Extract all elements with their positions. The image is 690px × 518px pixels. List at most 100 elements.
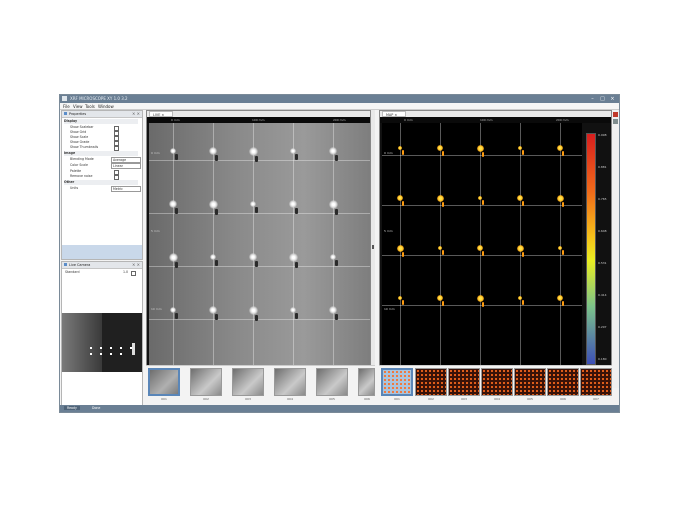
menu-tools[interactable]: Tools [85, 104, 95, 109]
sample-tail [562, 201, 564, 207]
heatmap-image [382, 123, 582, 367]
thumbnail[interactable] [514, 368, 546, 396]
sample-tail [335, 260, 338, 267]
sample-tail [335, 313, 338, 320]
thumbnail[interactable] [448, 368, 480, 396]
properties-panel: Properties × × Display Show Scalebar Sho… [61, 110, 143, 260]
sample-tail [295, 207, 298, 214]
menu-view[interactable]: View [73, 104, 83, 109]
sample-tail [335, 208, 338, 215]
thumbnail[interactable] [381, 368, 413, 396]
status-right: Done [92, 406, 101, 410]
grid-line [440, 123, 441, 367]
thumbnail[interactable] [415, 368, 447, 396]
sample-tail [482, 151, 484, 157]
thumbnail[interactable] [547, 368, 579, 396]
thumbnail[interactable] [190, 368, 222, 396]
camera-panel: Live Camera × × Standard 1.0 [61, 261, 143, 407]
window-title: XRF MICROSCOPE XY 1.0 3.2 [70, 96, 128, 101]
sample-spot [249, 253, 257, 261]
close-icon[interactable]: × × [132, 111, 140, 116]
close-icon[interactable]: × × [132, 262, 140, 267]
sample-spot [288, 252, 298, 262]
thumbnail[interactable] [274, 368, 306, 396]
thumbnail[interactable] [580, 368, 612, 396]
sample-tail [482, 301, 484, 307]
units-dropdown[interactable]: Metric [111, 186, 141, 192]
sample-spot [476, 294, 484, 302]
sample-tail [255, 155, 258, 162]
sample-tail [402, 300, 404, 306]
section-other[interactable]: Other [64, 180, 138, 185]
properties-footer [62, 245, 142, 259]
settings-icon[interactable] [613, 119, 618, 124]
thumbnail-strip-left: 001 002 003 004 005 006 [146, 365, 375, 404]
sample-tail [402, 200, 404, 206]
splitter[interactable] [371, 110, 375, 388]
camera-title: Live Camera [69, 263, 91, 267]
section-image[interactable]: Image [64, 151, 138, 156]
sample-spot [516, 244, 524, 252]
sample-spot [169, 200, 177, 208]
sample-tail [562, 300, 564, 306]
camera-preview [62, 313, 142, 372]
thumbnail[interactable] [148, 368, 180, 396]
properties-icon [64, 112, 67, 115]
sample-tail [255, 207, 258, 214]
grayscale-image [149, 123, 370, 367]
sample-spot [208, 199, 218, 209]
sample-tail [175, 313, 178, 320]
sample-tail [335, 154, 338, 161]
prop-row: Units Metric [70, 186, 142, 192]
status-bar: Ready Done [60, 405, 619, 412]
maximize-icon[interactable]: □ [598, 95, 607, 103]
sample-tail [522, 200, 524, 206]
sample-tail [482, 200, 484, 206]
checkbox[interactable] [131, 271, 136, 276]
menu-window[interactable]: Window [98, 104, 114, 109]
palette-icon[interactable] [613, 112, 618, 117]
prop-row: Blending Mode Average [70, 157, 142, 163]
sample-spot [248, 146, 258, 156]
status-left: Ready [64, 406, 80, 410]
sample-tail [522, 150, 524, 156]
sample-spot [289, 200, 297, 208]
sample-spot [476, 144, 484, 152]
title-bar[interactable]: XRF MICROSCOPE XY 1.0 3.2 – □ × [60, 95, 619, 103]
properties-header: Properties × × [62, 111, 142, 118]
sample-tail [295, 154, 298, 161]
app-icon [62, 96, 67, 101]
section-display[interactable]: Display [64, 119, 138, 124]
sample-tail [402, 251, 404, 257]
menu-bar: File View Tools Window [60, 103, 619, 110]
prop-row: Remove noise [70, 174, 142, 180]
camera-icon [64, 263, 67, 266]
sample-tail [175, 207, 178, 214]
close-icon[interactable]: × [608, 95, 617, 103]
thumbnail[interactable] [232, 368, 264, 396]
menu-file[interactable]: File [63, 104, 70, 109]
minimize-icon[interactable]: – [588, 95, 597, 103]
sample-tail [522, 300, 524, 306]
sample-tail [482, 250, 484, 256]
sample-tail [295, 313, 298, 320]
sample-tail [175, 154, 178, 161]
sample-tail [295, 261, 298, 268]
viewer-right[interactable]: MAP × 0 mm 100 mm 200 mm 0 mm 5 mm 10 mm… [379, 110, 612, 388]
grid-line [560, 123, 561, 367]
sample-tail [442, 201, 444, 207]
viewer-left[interactable]: LIVE × 0 mm 100 mm 200 mm 0 mm 5 mm 10 m… [146, 110, 371, 388]
sample-tail [175, 261, 178, 268]
sample-tail [562, 250, 564, 256]
grid-line [382, 205, 582, 206]
thumbnail[interactable] [481, 368, 513, 396]
sample-spot [329, 306, 337, 314]
sample-tail [402, 150, 404, 156]
prop-row: Color Scale Linear [70, 163, 142, 169]
camera-header: Live Camera × × [62, 262, 142, 269]
sample-tail [522, 251, 524, 257]
thumbnail[interactable] [358, 368, 375, 396]
sample-spot [329, 147, 337, 155]
sample-spot [556, 194, 564, 202]
thumbnail[interactable] [316, 368, 348, 396]
